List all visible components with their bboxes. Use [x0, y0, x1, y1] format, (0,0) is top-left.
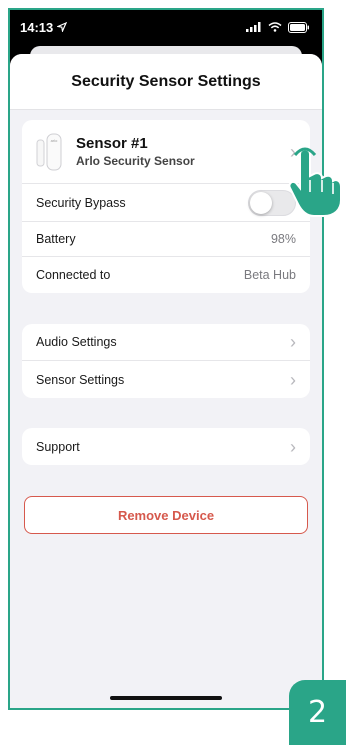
chevron-right-icon: › [290, 369, 296, 390]
chevron-right-icon: › [290, 436, 296, 457]
sensor-settings-row[interactable]: Sensor Settings › [22, 361, 310, 398]
step-badge: 2 [289, 680, 346, 745]
tap-hand-icon [288, 147, 342, 217]
device-row[interactable]: arlo Sensor #1 Arlo Security Sensor › [22, 120, 310, 184]
wifi-icon [268, 22, 282, 32]
status-bar: 14:13 [10, 10, 322, 44]
battery-icon [288, 21, 309, 33]
phone-screen: 14:13 Security Sensor Settings arlo Sens… [8, 8, 324, 710]
battery-label: Battery [36, 232, 76, 246]
device-text: Sensor #1 Arlo Security Sensor [76, 135, 195, 168]
connected-to-row: Connected to Beta Hub [22, 257, 310, 293]
battery-value: 98% [270, 232, 296, 246]
device-info: arlo Sensor #1 Arlo Security Sensor [36, 132, 195, 172]
cellular-signal-icon [246, 22, 261, 32]
support-card: Support › [22, 428, 310, 465]
svg-text:arlo: arlo [51, 138, 58, 143]
chevron-right-icon: › [290, 332, 296, 352]
page-title: Security Sensor Settings [71, 72, 261, 90]
security-bypass-label: Security Bypass [36, 195, 126, 210]
security-bypass-row: Security Bypass [22, 184, 310, 222]
remove-device-button[interactable]: Remove Device [24, 496, 308, 534]
support-row[interactable]: Support › [22, 428, 310, 465]
status-icons [246, 21, 310, 33]
connected-to-value: Beta Hub [243, 268, 296, 282]
device-name: Sensor #1 [76, 135, 148, 152]
device-model: Arlo Security Sensor [76, 154, 195, 168]
device-card: arlo Sensor #1 Arlo Security Sensor › Se… [22, 120, 310, 293]
status-time: 14:13 [20, 20, 68, 35]
connected-to-label: Connected to [36, 268, 111, 282]
sensor-image: arlo [36, 132, 62, 172]
toggle-knob [250, 191, 272, 214]
home-indicator [110, 696, 222, 700]
location-arrow-icon [57, 22, 68, 32]
settings-card: Audio Settings › Sensor Settings › [22, 324, 310, 398]
battery-row: Battery 98% [22, 222, 310, 257]
support-label: Support [36, 439, 80, 454]
settings-sheet: Security Sensor Settings arlo Sensor #1 … [10, 54, 322, 708]
sheet-header: Security Sensor Settings [10, 54, 322, 110]
audio-settings-label: Audio Settings [36, 335, 117, 349]
audio-settings-row[interactable]: Audio Settings › [22, 324, 310, 361]
sensor-settings-label: Sensor Settings [36, 372, 125, 387]
